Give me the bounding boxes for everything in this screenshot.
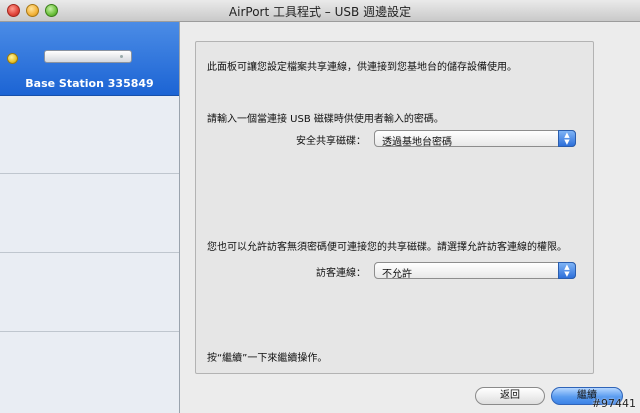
base-station-list: Base Station 335849 [0,22,180,413]
secure-disk-popup[interactable]: 透過基地台密碼 ▲ ▼ [374,130,576,148]
guest-access-label: 訪客連線： [316,268,366,279]
device-led-icon [120,55,123,58]
status-indicator-icon [7,53,18,64]
airport-base-station-icon [44,50,132,63]
password-prompt-text: 請輸入一個當連接 USB 磁碟時供使用者輸入的密碼。 [207,114,444,125]
watermark-text: #97441 [591,397,636,410]
empty-list-row [0,96,179,174]
intro-text: 此面板可讓您設定檔案共享連線，供連接到您基地台的儲存設備使用。 [207,62,517,73]
airport-utility-window: AirPort 工具程式 – USB 週邊設定 Base Station 335… [0,0,640,413]
popup-arrows-icon: ▲ ▼ [558,130,576,147]
guest-access-popup[interactable]: 不允許 ▲ ▼ [374,262,576,280]
continue-hint-text: 按“繼續”一下來繼續操作。 [207,353,328,364]
empty-list-row [0,253,179,332]
usb-settings-panel: 此面板可讓您設定檔案共享連線，供連接到您基地台的儲存設備使用。 請輸入一個當連接… [195,41,594,374]
empty-list-row [0,174,179,253]
guest-prompt-text: 您也可以允許訪客無須密碼便可連接您的共享磁碟。請選擇允許訪客連線的權限。 [207,242,567,253]
secure-disk-label: 安全共享磁碟： [296,136,366,147]
window-title: AirPort 工具程式 – USB 週邊設定 [228,5,412,19]
empty-list-row [0,332,179,413]
back-button[interactable]: 返回 [475,387,545,405]
title-bar[interactable]: AirPort 工具程式 – USB 週邊設定 [0,0,640,22]
popup-arrows-icon: ▲ ▼ [558,262,576,279]
base-station-name: Base Station 335849 [25,77,154,90]
guest-access-value: 不允許 [382,269,412,280]
secure-disk-value: 透過基地台密碼 [382,137,452,148]
base-station-item[interactable]: Base Station 335849 [0,22,179,96]
